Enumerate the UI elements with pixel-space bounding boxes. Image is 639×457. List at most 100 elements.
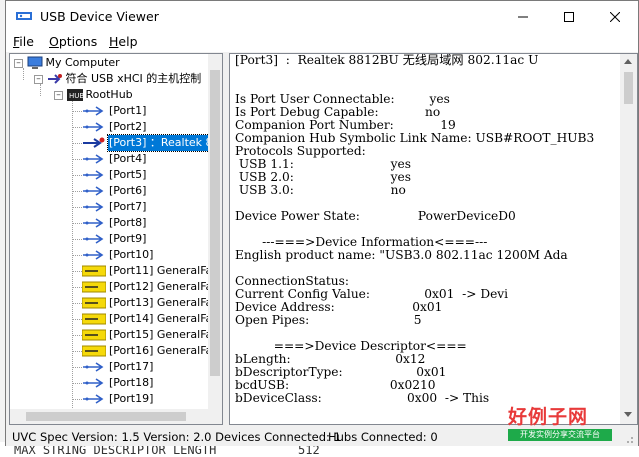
port-label: [Port10] (109, 248, 154, 261)
warning-port-icon (82, 345, 106, 357)
port-label: [Port16] GeneralFailu (109, 344, 223, 357)
tree-node-port[interactable]: [Port19] (82, 391, 154, 407)
info-line: Open Pipes: 5 (235, 313, 422, 327)
usb-port-icon (83, 378, 104, 388)
menu-options[interactable]: Options (49, 34, 97, 49)
scroll-thumb[interactable] (624, 72, 633, 104)
usb-port-icon (83, 170, 104, 180)
port-label: [Port11] GeneralFailu (109, 264, 223, 277)
minimize-icon (518, 16, 528, 17)
close-button[interactable] (592, 1, 638, 32)
tree-node-port[interactable]: [Port8] (82, 215, 147, 231)
close-icon (610, 11, 620, 22)
window-title: USB Device Viewer (40, 9, 159, 24)
minimize-button[interactable] (500, 1, 546, 32)
menu-help[interactable]: Help (109, 34, 138, 49)
tree-horizontal-scrollbar[interactable] (10, 409, 208, 424)
warning-port-icon (82, 313, 106, 325)
warning-port-icon (82, 265, 106, 277)
device-info-text[interactable]: [Port3] : Realtek 8812BU 无线局域网 802.11ac … (235, 54, 620, 424)
info-line: [Port3] : Realtek 8812BU 无线局域网 802.11ac … (235, 54, 539, 67)
tree-node-port[interactable]: [Port11] GeneralFailu (82, 263, 223, 279)
tree-node-port[interactable]: [Port1] (82, 103, 147, 119)
warning-port-icon (82, 329, 106, 341)
scroll-thumb[interactable] (26, 412, 186, 421)
port-label: [Port7] (109, 200, 147, 213)
usb-port-icon (83, 202, 104, 212)
scroll-corner (208, 409, 222, 424)
usb-port-icon (83, 362, 104, 372)
title-bar: USB Device Viewer (6, 1, 638, 32)
tree-node-port[interactable]: [Port17] (82, 359, 154, 375)
scroll-up-arrow-icon[interactable] (624, 59, 632, 64)
tree-node-my-computer[interactable]: – My Computer (14, 55, 121, 71)
tree-node-port[interactable]: [Port5] (82, 167, 147, 183)
tree-node-port[interactable]: [Port4] (82, 151, 147, 167)
tree-node-controller[interactable]: – 符合 USB xHCI 的主机控制 (34, 71, 202, 87)
collapse-icon[interactable]: – (54, 91, 63, 100)
port-label: [Port1] (109, 104, 147, 117)
port-label: [Port6] (109, 184, 147, 197)
tree-node-port[interactable]: [Port9] (82, 231, 147, 247)
info-line: USB 3.0: no (235, 183, 406, 197)
tree-node-port[interactable]: [Port6] (82, 183, 147, 199)
warning-port-icon (82, 281, 106, 293)
port-label: [Port9] (109, 232, 147, 245)
port-label: [Port18] (109, 376, 154, 389)
watermark-subtitle: 开发实例分享交流平台 (508, 429, 612, 441)
status-hubs: Hubs Connected: 0 (328, 430, 438, 444)
collapse-icon[interactable]: – (14, 59, 23, 68)
port-label: [Port17] (109, 360, 154, 373)
maximize-icon (564, 11, 574, 22)
svg-text:HUB: HUB (69, 92, 83, 100)
tree-node-port[interactable]: [Port18] (82, 375, 154, 391)
tree-node-port[interactable]: [Port10] (82, 247, 154, 263)
info-line: English product name: "USB3.0 802.11ac 1… (235, 248, 568, 262)
port-label: [Port14] GeneralFailu (109, 312, 223, 325)
collapse-icon[interactable]: – (34, 75, 43, 84)
hub-icon: HUB (66, 89, 83, 101)
usb-port-icon (83, 394, 104, 404)
tree-node-port[interactable]: [Port13] GeneralFailu (82, 295, 223, 311)
tree-node-roothub[interactable]: – HUB RootHub (54, 87, 134, 103)
port-label: [Port5] (109, 168, 147, 181)
usb-controller-icon (47, 74, 62, 84)
tree-node-port[interactable]: [Port12] GeneralFailu (82, 279, 223, 295)
usb-device-viewer-window: USB Device Viewer File Options Help – My… (5, 0, 639, 446)
resize-grip-icon[interactable] (622, 432, 634, 444)
usb-port-icon (83, 186, 104, 196)
usb-port-icon (83, 106, 104, 116)
usb-port-icon (83, 250, 104, 260)
tree-node-port[interactable]: [Port14] GeneralFailu (82, 311, 223, 327)
port-label: [Port12] GeneralFailu (109, 280, 223, 293)
watermark-logo: 好例子网 开发实例分享交流平台 (508, 402, 614, 444)
scroll-down-arrow-icon[interactable] (624, 412, 632, 417)
tree-vertical-scrollbar[interactable] (208, 54, 222, 409)
port-label: [Port4] (109, 152, 147, 165)
warning-port-icon (82, 297, 106, 309)
port-label: [Port15] GeneralFailu (109, 328, 223, 341)
tree-node-port[interactable]: [Port16] GeneralFailu (82, 343, 223, 359)
tree-node-port[interactable]: [Port3] ：Realtek 88 (82, 134, 222, 152)
menu-file[interactable]: File (13, 34, 34, 49)
port-label: [Port8] (109, 216, 147, 229)
info-vertical-scrollbar[interactable] (620, 54, 637, 424)
port-label: [Port13] GeneralFailu (109, 296, 223, 309)
usb-port-icon (83, 234, 104, 244)
maximize-button[interactable] (546, 1, 592, 32)
usb-port-icon (83, 218, 104, 228)
status-spec: UVC Spec Version: 1.5 Version: 2.0 Devic… (12, 430, 341, 444)
port-label: [Port2] (109, 120, 147, 133)
tree-node-port[interactable]: [Port15] GeneralFailu (82, 327, 223, 343)
info-line (235, 67, 620, 80)
device-info-pane[interactable]: [Port3] : Realtek 8812BU 无线局域网 802.11ac … (229, 53, 638, 425)
port-label: [Port3] ：Realtek 88 (107, 134, 222, 152)
usb-app-icon (16, 12, 32, 20)
tree-node-port[interactable]: [Port2] (82, 119, 147, 135)
device-tree[interactable]: – My Computer – 符合 USB xHCI 的主机控制 – HUB … (9, 53, 223, 425)
tree-node-port[interactable]: [Port7] (82, 199, 147, 215)
menu-bar: File Options Help (6, 32, 638, 52)
scroll-thumb[interactable] (210, 70, 220, 376)
info-line: Device Power State: PowerDeviceD0 (235, 209, 516, 223)
watermark-title: 好例子网 (508, 406, 589, 428)
